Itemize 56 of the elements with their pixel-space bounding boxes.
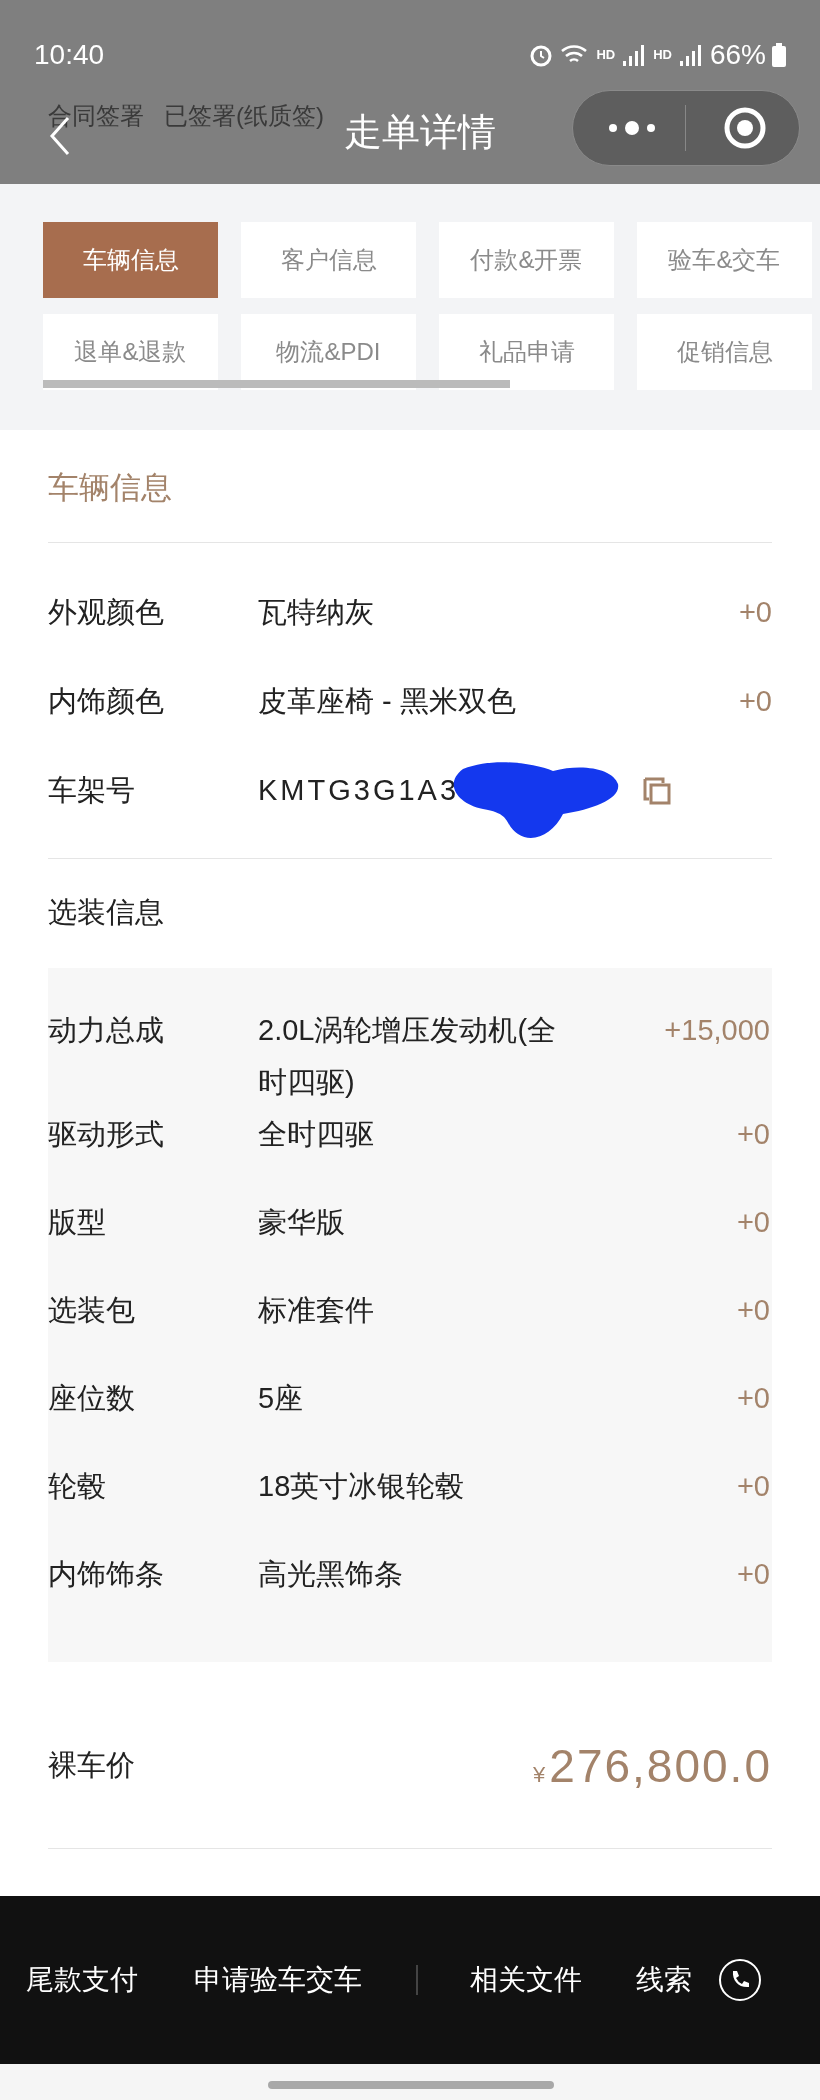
option-label: 轮毂: [48, 1469, 107, 1504]
field-value: KMTG3G1A3: [258, 773, 460, 809]
tab[interactable]: 验车&交车: [637, 222, 812, 298]
tab[interactable]: 车辆信息: [43, 222, 218, 298]
bottom-action[interactable]: 申请验车交车: [194, 1959, 362, 2001]
option-value: 高光黑饰条: [258, 1557, 404, 1592]
price-delta: +0: [735, 1205, 770, 1240]
battery-percent: 66%: [709, 38, 766, 72]
bottom-action[interactable]: 线索: [636, 1959, 692, 2001]
network-label: HD: [653, 46, 672, 65]
price-delta: +0: [735, 1293, 770, 1328]
option-label: 座位数: [48, 1381, 136, 1416]
bottom-action[interactable]: 相关文件: [470, 1959, 582, 2001]
tab[interactable]: 礼品申请: [439, 314, 614, 390]
option-value: 豪华版: [258, 1205, 346, 1240]
option-value: 标准套件: [258, 1293, 375, 1328]
option-label: 动力总成: [48, 1013, 165, 1048]
price-delta: +0: [738, 595, 772, 631]
field-value: 皮革座椅 - 黑米双色: [258, 684, 517, 720]
page-title: 走单详情: [344, 110, 496, 155]
option-label: 选装包: [48, 1293, 136, 1328]
more-icon[interactable]: [607, 120, 657, 136]
battery-icon: [772, 43, 786, 67]
bottom-action[interactable]: 尾款支付: [26, 1959, 138, 2001]
status-time: 10:40: [34, 38, 105, 72]
section-title: 车辆信息: [48, 469, 173, 507]
price-delta: +0: [738, 684, 772, 720]
price-delta: +0: [735, 1557, 770, 1592]
tab[interactable]: 促销信息: [637, 314, 812, 390]
option-value: 5座: [258, 1381, 305, 1416]
field-label: 外观颜色: [48, 595, 165, 631]
network-label: HD: [596, 46, 616, 65]
option-value: 2.0L涡轮增压发动机(全时四驱): [258, 1013, 558, 1100]
field-value: 瓦特纳灰: [258, 595, 375, 631]
total-price: 276,800.0: [549, 1738, 772, 1794]
option-label: 内饰饰条: [48, 1557, 165, 1592]
option-label: 版型: [48, 1205, 107, 1240]
price-delta: +0: [735, 1469, 770, 1504]
signal-icon: [677, 43, 704, 67]
option-value: 全时四驱: [258, 1117, 375, 1152]
option-label: 驱动形式: [48, 1117, 165, 1152]
field-label: 内饰颜色: [48, 684, 165, 720]
background-value: 已签署(纸质签): [164, 101, 324, 131]
currency-symbol: ¥: [533, 1760, 546, 1789]
copy-icon[interactable]: [641, 775, 674, 807]
option-value: 18英寸冰银轮毂: [258, 1469, 466, 1504]
total-label: 裸车价: [48, 1748, 135, 1784]
tab[interactable]: 客户信息: [241, 222, 416, 298]
price-delta: +0: [735, 1117, 770, 1152]
price-delta: +0: [735, 1381, 770, 1416]
price-delta: +15,000: [663, 1013, 770, 1048]
field-label: 车架号: [48, 773, 136, 809]
section-title: 选装信息: [48, 894, 165, 930]
phone-icon[interactable]: [718, 1958, 762, 2002]
tab[interactable]: 付款&开票: [439, 222, 614, 298]
close-circle-icon[interactable]: [723, 106, 767, 150]
